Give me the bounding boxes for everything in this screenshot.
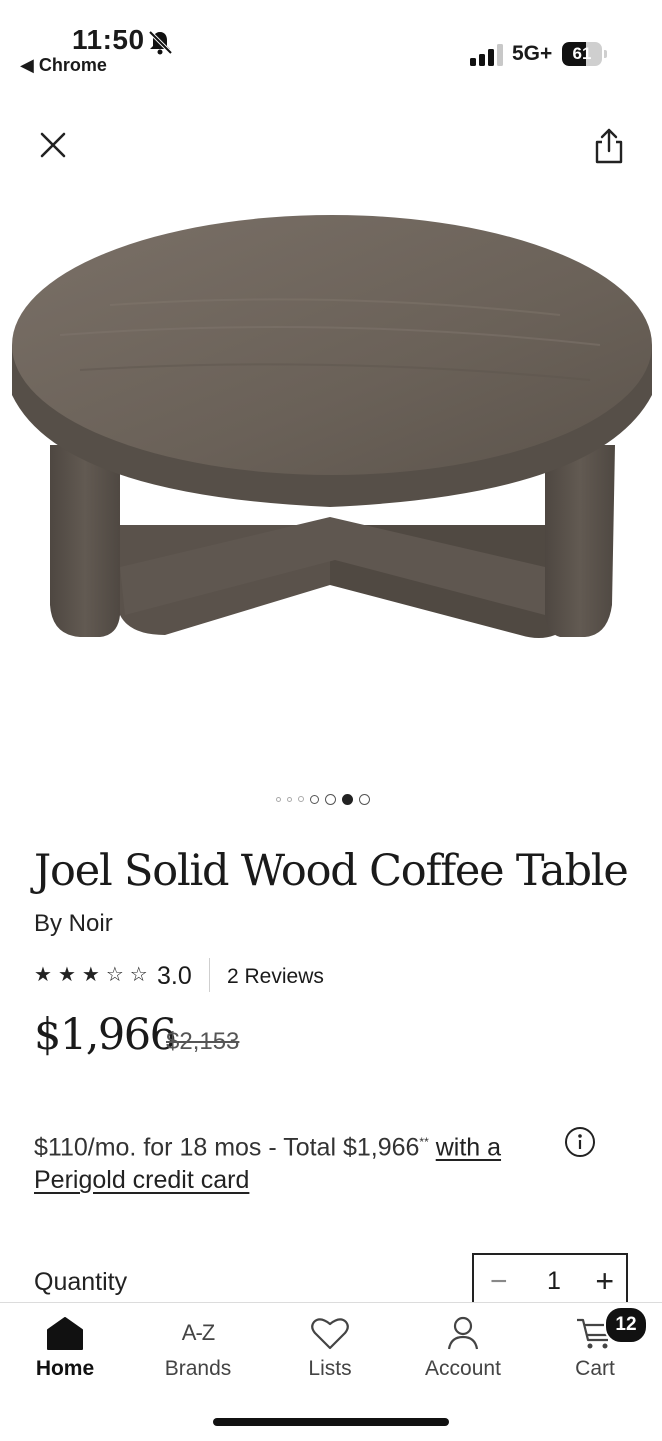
sale-price: $1,966 xyxy=(34,1010,177,1060)
financing-text: $110/mo. for 18 mos - Total $1,966 xyxy=(34,1133,420,1162)
nav-label-lists: Lists xyxy=(308,1357,352,1380)
star-empty-icon: ☆ xyxy=(129,964,148,986)
gallery-dot[interactable] xyxy=(298,796,304,802)
back-to-app-link[interactable]: ◀ Chrome xyxy=(20,55,107,76)
nav-account[interactable]: Account xyxy=(408,1315,518,1381)
gallery-dot[interactable] xyxy=(276,796,281,802)
signal-icon xyxy=(470,44,503,66)
brand-byline[interactable]: By Noir xyxy=(34,910,113,938)
nav-home[interactable]: Home xyxy=(10,1315,120,1381)
reviews-link[interactable]: 2 Reviews xyxy=(227,965,324,989)
status-time: 11:50 xyxy=(72,24,145,55)
network-label: 5G+ xyxy=(512,42,553,65)
share-icon[interactable] xyxy=(592,126,626,166)
info-icon[interactable] xyxy=(564,1126,596,1158)
rating-divider xyxy=(209,958,210,992)
nav-label-account: Account xyxy=(425,1357,501,1380)
battery-indicator: 61 xyxy=(562,42,608,66)
rating-value: 3.0 xyxy=(157,962,192,990)
nav-label-cart: Cart xyxy=(575,1357,615,1380)
star-empty-icon: ☆ xyxy=(105,964,124,986)
nav-lists[interactable]: Lists xyxy=(275,1315,385,1381)
product-title: Joel Solid Wood Coffee Table xyxy=(34,846,629,896)
quantity-value[interactable]: 1 xyxy=(542,1267,566,1296)
quantity-label: Quantity xyxy=(34,1268,128,1296)
original-price: $2,153 xyxy=(166,1028,240,1055)
gallery-pagination[interactable] xyxy=(276,792,370,806)
star-filled-icon: ★ xyxy=(34,964,52,986)
nav-label-brands: Brands xyxy=(164,1357,232,1380)
person-icon xyxy=(447,1316,479,1350)
gallery-dot[interactable] xyxy=(342,793,353,805)
financing-offer: $110/mo. for 18 mos - Total $1,966** wit… xyxy=(34,1126,594,1197)
product-image[interactable] xyxy=(0,195,662,665)
star-filled-icon: ★ xyxy=(81,964,100,986)
cart-count-badge: 12 xyxy=(604,1306,648,1344)
nav-label-home: Home xyxy=(35,1357,95,1380)
home-indicator[interactable] xyxy=(213,1418,449,1426)
bell-muted-icon xyxy=(148,30,173,55)
home-icon xyxy=(47,1317,83,1350)
battery-percent: 61 xyxy=(572,44,592,63)
rating-stars[interactable]: ★ ★ ★ ☆ ☆ xyxy=(34,962,148,987)
decrease-quantity-button[interactable]: − xyxy=(490,1265,508,1299)
gallery-dot[interactable] xyxy=(310,794,319,804)
gallery-dot[interactable] xyxy=(287,796,292,802)
gallery-dot[interactable] xyxy=(325,793,336,805)
star-filled-icon: ★ xyxy=(57,964,76,986)
close-icon[interactable] xyxy=(36,128,70,162)
gallery-dot[interactable] xyxy=(359,793,370,805)
footnote-mark: ** xyxy=(419,1135,429,1149)
az-icon: A-Z xyxy=(181,1320,215,1345)
heart-icon xyxy=(311,1318,349,1350)
nav-brands[interactable]: A-Z Brands xyxy=(143,1315,253,1381)
increase-quantity-button[interactable]: + xyxy=(595,1263,614,1300)
